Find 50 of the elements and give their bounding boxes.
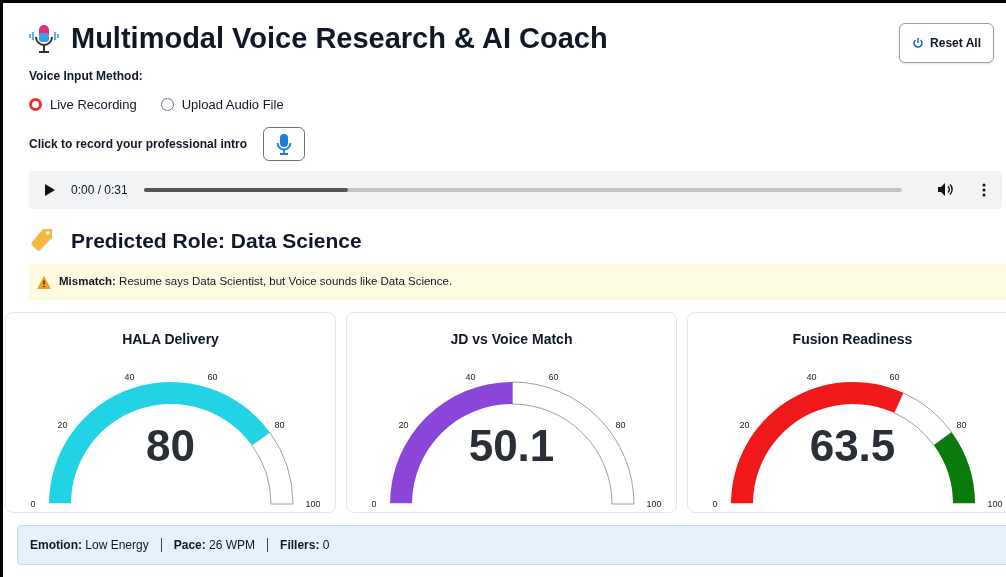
gauge-value: 63.5: [809, 424, 896, 468]
gauge-tick-label: 40: [806, 371, 817, 382]
radio-button[interactable]: [160, 98, 174, 112]
input-method-label: Voice Input Method:: [29, 68, 144, 85]
record-label: Click to record your professional intro: [29, 135, 248, 153]
gauge-tick-label: 80: [273, 420, 284, 431]
gauge-tick-label: 20: [739, 420, 750, 431]
gauge-value: 80: [146, 424, 195, 468]
play-icon[interactable]: [45, 183, 55, 196]
gauge-tick-label: 40: [465, 371, 476, 382]
alert-message: Resume says Data Scientist, but Voice sounds like Data Science.: [119, 275, 453, 288]
gauge-tick-label: 100: [987, 499, 1002, 509]
gauge-tick-label: 60: [206, 371, 217, 382]
gauge-title: HALA Delivery: [122, 330, 219, 349]
radio-button[interactable]: [29, 98, 42, 112]
more-options-icon[interactable]: [982, 182, 986, 197]
microphone-icon: [29, 23, 59, 55]
power-icon: [912, 37, 925, 49]
gauge-title: Fusion Readiness: [792, 330, 913, 349]
audio-progress-track[interactable]: [143, 187, 902, 192]
gauge-tick-label: 0: [712, 499, 717, 509]
gauge-tick-label: 80: [955, 420, 966, 431]
gauge-tick-label: 0: [30, 499, 35, 509]
gauge-tick-label: 60: [547, 371, 558, 382]
gauge-title: JD vs Voice Match: [450, 330, 573, 349]
summary-item: Pace: 26 WPM: [173, 537, 256, 554]
gauge-tick-label: 100: [305, 499, 320, 509]
gauge-tick-label: 80: [614, 420, 625, 431]
page-title: Multimodal Voice Research & AI Coach: [71, 21, 608, 57]
summary-item: Emotion: Low Energy: [30, 537, 149, 554]
gauge-tick-label: 100: [646, 499, 661, 509]
summary-item: Fillers: 0: [280, 537, 330, 554]
tag-icon: [29, 227, 55, 254]
gauge-tick-label: 20: [398, 420, 409, 431]
volume-icon[interactable]: [938, 183, 954, 196]
record-button[interactable]: [263, 126, 306, 161]
gauge-tick-label: 20: [57, 420, 68, 431]
microphone-icon: [276, 132, 293, 155]
gauge-tick-label: 0: [371, 499, 376, 509]
radio-option[interactable]: Upload Audio File: [160, 95, 284, 115]
gauge-tick-label: 60: [888, 371, 899, 382]
audio-time: 0:00 / 0:31: [71, 181, 128, 199]
predicted-role-heading: Predicted Role: Data Science: [71, 227, 362, 254]
gauge-track: [893, 392, 952, 446]
warning-icon: [37, 275, 51, 289]
gauge-value: 50.1: [468, 424, 555, 468]
gauge-tick-label: 40: [124, 371, 135, 382]
alert-label: Mismatch:: [59, 275, 116, 288]
reset-button[interactable]: Reset All: [899, 23, 994, 63]
radio-option[interactable]: Live Recording: [29, 95, 137, 115]
